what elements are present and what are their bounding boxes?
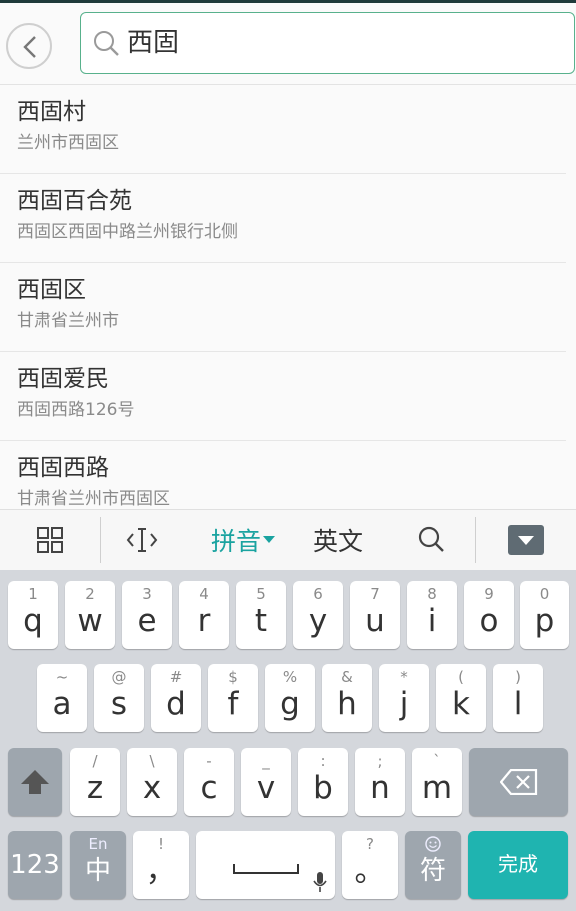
toolbar-divider (475, 517, 476, 563)
result-title: 西固爱民 (17, 366, 109, 392)
emoji-icon (425, 836, 441, 852)
key-n[interactable]: ; n (355, 748, 405, 816)
search-input[interactable]: 西固 (80, 12, 575, 74)
numbers-key[interactable]: 123 (8, 831, 62, 899)
key-l[interactable]: ) l (493, 664, 543, 732)
search-icon (94, 31, 119, 56)
result-subtitle: 西固西路126号 (17, 400, 135, 420)
result-title: 西固百合苑 (17, 188, 132, 214)
key-g[interactable]: % g (265, 664, 315, 732)
pinyin-label: 拼音 (210, 527, 261, 556)
english-mode-button[interactable]: 英文 (300, 510, 376, 570)
key-x[interactable]: \ x (127, 748, 177, 816)
key-z[interactable]: / z (70, 748, 120, 816)
back-button[interactable] (6, 23, 52, 69)
key-t[interactable]: 5t (236, 581, 286, 649)
backspace-icon (500, 769, 538, 795)
result-subtitle: 甘肃省兰州市 (17, 311, 119, 331)
list-item[interactable]: 西固百合苑 西固区西固中路兰州银行北侧 (0, 174, 566, 263)
symbols-key[interactable]: 符 (405, 831, 461, 899)
key-s[interactable]: @ s (94, 664, 144, 732)
key-w[interactable]: 2w (65, 581, 115, 649)
key-q[interactable]: 1q (8, 581, 58, 649)
search-query-text: 西固 (127, 28, 180, 58)
grid-icon (37, 527, 63, 553)
list-item[interactable]: 西固爱民 西固西路126号 (0, 352, 566, 441)
hide-keyboard-button[interactable] (500, 510, 552, 570)
key-v[interactable]: _ v (241, 748, 291, 816)
key-c[interactable]: -c (184, 748, 234, 816)
key-d[interactable]: # d (151, 664, 201, 732)
result-title: 西固西路 (17, 455, 109, 481)
key-f[interactable]: $ f (208, 664, 258, 732)
ime-search-button[interactable] (402, 510, 462, 570)
comma-key[interactable]: ! ， (133, 831, 189, 899)
collapse-keyboard-icon (508, 525, 544, 555)
key-r[interactable]: 4r (179, 581, 229, 649)
key-p[interactable]: 0p (520, 581, 569, 649)
soft-keyboard: 1q 2w 3e 4r 5t 6y 7u 8i 9o 0p ~ a @ s # d $… (0, 570, 576, 911)
caret-down-icon (263, 536, 275, 543)
key-e[interactable]: 3e (122, 581, 172, 649)
english-label: 英文 (312, 527, 363, 556)
text-cursor-icon (126, 528, 158, 552)
toolbar-divider (100, 517, 101, 563)
period-key[interactable]: ? 。 (342, 831, 398, 899)
key-k[interactable]: (k (436, 664, 486, 732)
key-j[interactable]: * j (379, 664, 429, 732)
pinyin-mode-button[interactable]: 拼音 (200, 510, 286, 570)
search-icon (418, 526, 444, 552)
search-results-list: 西固村 兰州市西固区 西固百合苑 西固区西固中路兰州银行北侧 西固区 甘肃省兰州… (0, 85, 576, 509)
key-y[interactable]: 6y (293, 581, 343, 649)
list-item[interactable]: 西固区 甘肃省兰州市 (0, 263, 566, 352)
key-o[interactable]: 9o (464, 581, 514, 649)
cursor-edit-button[interactable] (112, 510, 172, 570)
search-header: 西固 (0, 3, 576, 85)
chevron-left-icon (23, 36, 36, 58)
list-item[interactable]: 西固村 兰州市西固区 (0, 85, 566, 174)
microphone-icon (313, 872, 327, 892)
shift-key[interactable] (8, 748, 62, 816)
key-a[interactable]: ~ a (37, 664, 87, 732)
ime-menu-button[interactable] (20, 510, 80, 570)
result-subtitle: 西固区西固中路兰州银行北侧 (17, 222, 238, 242)
result-title: 西固村 (17, 99, 86, 125)
result-subtitle: 甘肃省兰州市西固区 (17, 489, 170, 509)
key-i[interactable]: 8i (407, 581, 457, 649)
result-subtitle: 兰州市西固区 (17, 133, 119, 153)
result-title: 西固区 (17, 277, 86, 303)
key-m[interactable]: ` m (412, 748, 462, 816)
language-switch-key[interactable]: En 中 (70, 831, 126, 899)
key-b[interactable]: :b (298, 748, 348, 816)
ime-toolbar: 拼音 英文 (0, 509, 576, 571)
key-u[interactable]: 7u (350, 581, 400, 649)
done-key[interactable]: 完成 (468, 831, 568, 899)
space-bar-icon (233, 864, 299, 874)
key-h[interactable]: & h (322, 664, 372, 732)
space-key[interactable] (196, 831, 335, 899)
list-item[interactable]: 西固西路 甘肃省兰州市西固区 (0, 441, 566, 509)
shift-arrow-icon (21, 770, 49, 794)
backspace-key[interactable] (469, 748, 568, 816)
